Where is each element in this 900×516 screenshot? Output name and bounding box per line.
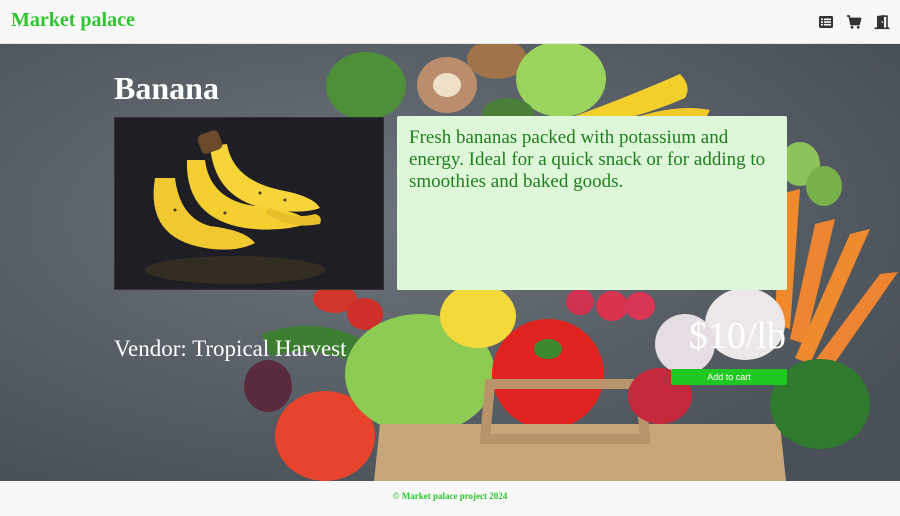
list-icon[interactable] bbox=[818, 14, 834, 30]
nav-icons bbox=[818, 14, 890, 30]
brand-logo[interactable]: Market palace bbox=[11, 9, 135, 32]
vendor-label: Vendor: Tropical Harvest bbox=[114, 336, 347, 361]
add-to-cart-button[interactable]: Add to cart bbox=[671, 369, 787, 385]
footer-copyright: © Market palace project 2024 bbox=[392, 491, 508, 501]
product-image bbox=[114, 117, 384, 290]
product-description: Fresh bananas packed with potassium and … bbox=[397, 116, 787, 290]
logout-door-icon[interactable] bbox=[874, 14, 890, 30]
cart-icon[interactable] bbox=[846, 14, 862, 30]
hero-background: Banana Fresh bananas packed with potassi… bbox=[0, 44, 900, 481]
banana-image bbox=[115, 118, 383, 289]
top-navbar: Market palace bbox=[0, 0, 900, 44]
footer: © Market palace project 2024 bbox=[0, 481, 900, 516]
price-label: $10/lb bbox=[688, 315, 786, 357]
product-title: Banana bbox=[114, 70, 219, 106]
